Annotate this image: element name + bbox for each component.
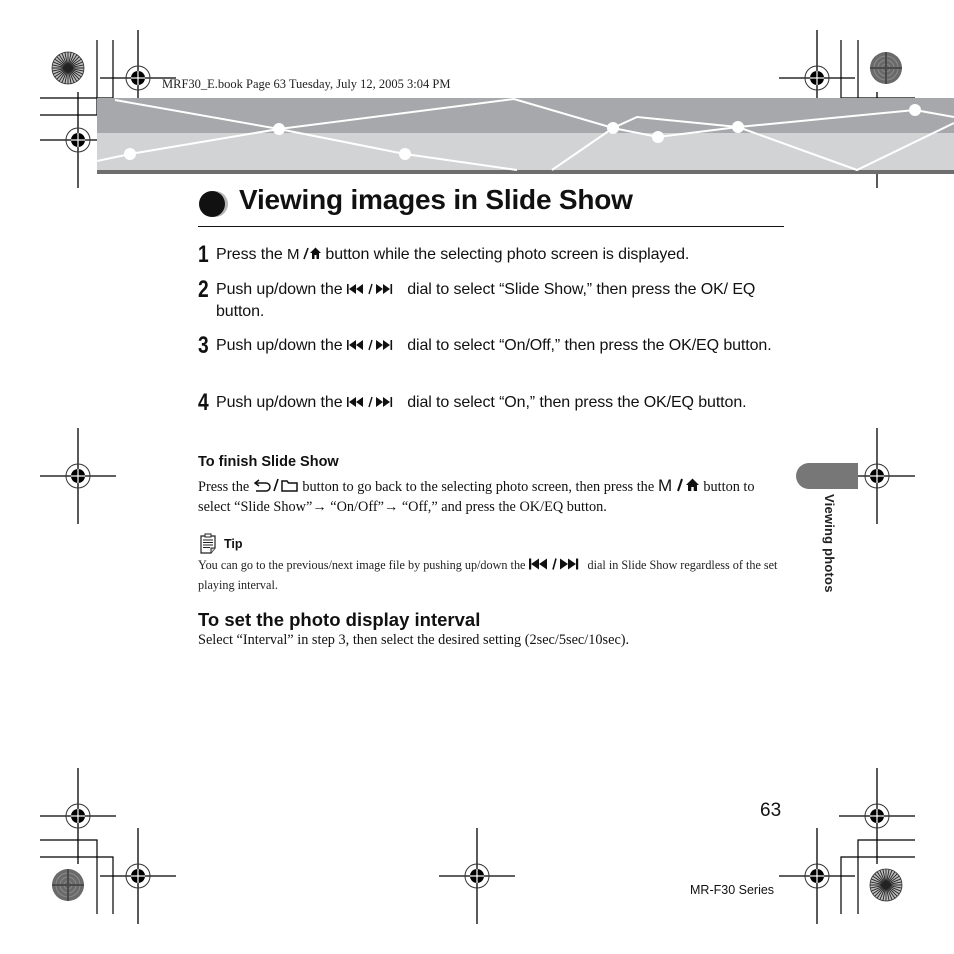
chapter-tab-label: Viewing photos — [822, 494, 837, 593]
skip-dial-icon — [346, 339, 392, 351]
back-folder-icon — [253, 478, 298, 492]
svg-text:M: M — [658, 477, 672, 492]
interval-paragraph: Select “Interval” in step 3, then select… — [198, 632, 630, 648]
interval-heading: To set the photo display interval — [198, 609, 481, 630]
step-text: Push up/down the — [216, 337, 347, 354]
step-text: Press the — [216, 246, 288, 263]
finish-text: “On/Off” — [326, 499, 384, 515]
print-slug: MRF30_E.book Page 63 Tuesday, July 12, 2… — [162, 77, 451, 91]
tip-text: You can go to the previous/next image fi… — [198, 558, 529, 572]
section-bullet-icon — [199, 191, 228, 217]
finish-text: Press the — [198, 479, 253, 495]
skip-dial-icon — [346, 283, 392, 295]
finish-text: “Off,” and press the OK/EQ button. — [398, 499, 607, 515]
page-title: Viewing images in Slide Show — [239, 184, 633, 215]
memo-icon — [200, 533, 216, 554]
chapter-tab — [796, 463, 858, 489]
menu-home-icon: M — [287, 246, 322, 260]
finish-text: button to go back to the selecting photo… — [298, 479, 658, 495]
series-name: MR-F30 Series — [690, 883, 775, 897]
arrow-icon: → — [312, 499, 327, 515]
step-number: 2 — [198, 276, 209, 303]
step-number: 4 — [198, 389, 209, 416]
arrow-icon: → — [383, 499, 399, 515]
tip-paragraph: You can go to the previous/next image fi… — [198, 555, 788, 595]
menu-home-icon: M — [658, 477, 699, 492]
svg-text:M: M — [287, 246, 299, 260]
skip-dial-icon — [346, 396, 392, 408]
step-number: 1 — [198, 241, 209, 268]
skip-dial-icon — [528, 558, 578, 570]
page-number: 63 — [760, 800, 782, 821]
step-number: 3 — [198, 332, 209, 359]
finish-heading: To finish Slide Show — [198, 454, 339, 470]
step-text: Push up/down the — [216, 281, 347, 298]
title-block: Viewing images in Slide Show — [198, 184, 784, 227]
color-target-top-left — [51, 51, 85, 85]
tip-label: Tip — [224, 537, 243, 551]
step-text: dial to select “On,” then press the OK/E… — [402, 394, 747, 411]
step-text: Push up/down the — [216, 394, 347, 411]
step-text: button while the selecting photo screen … — [321, 246, 690, 263]
header-band — [97, 98, 954, 174]
step-text: dial to select “On/Off,” then press the … — [402, 337, 772, 354]
finish-paragraph: Press the button to go back to the selec… — [198, 477, 788, 517]
